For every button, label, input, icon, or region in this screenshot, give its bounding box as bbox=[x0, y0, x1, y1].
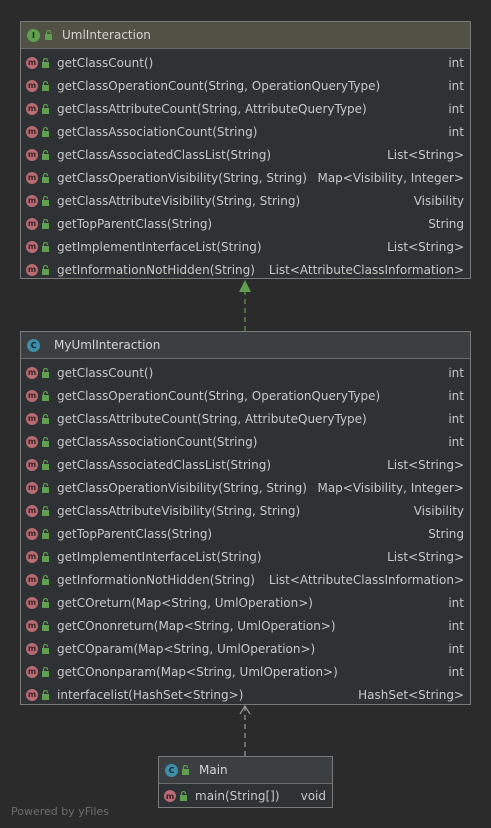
realization-arrowhead bbox=[239, 280, 251, 292]
connectors bbox=[239, 280, 251, 756]
footer-text: Powered by yFiles bbox=[11, 805, 109, 818]
